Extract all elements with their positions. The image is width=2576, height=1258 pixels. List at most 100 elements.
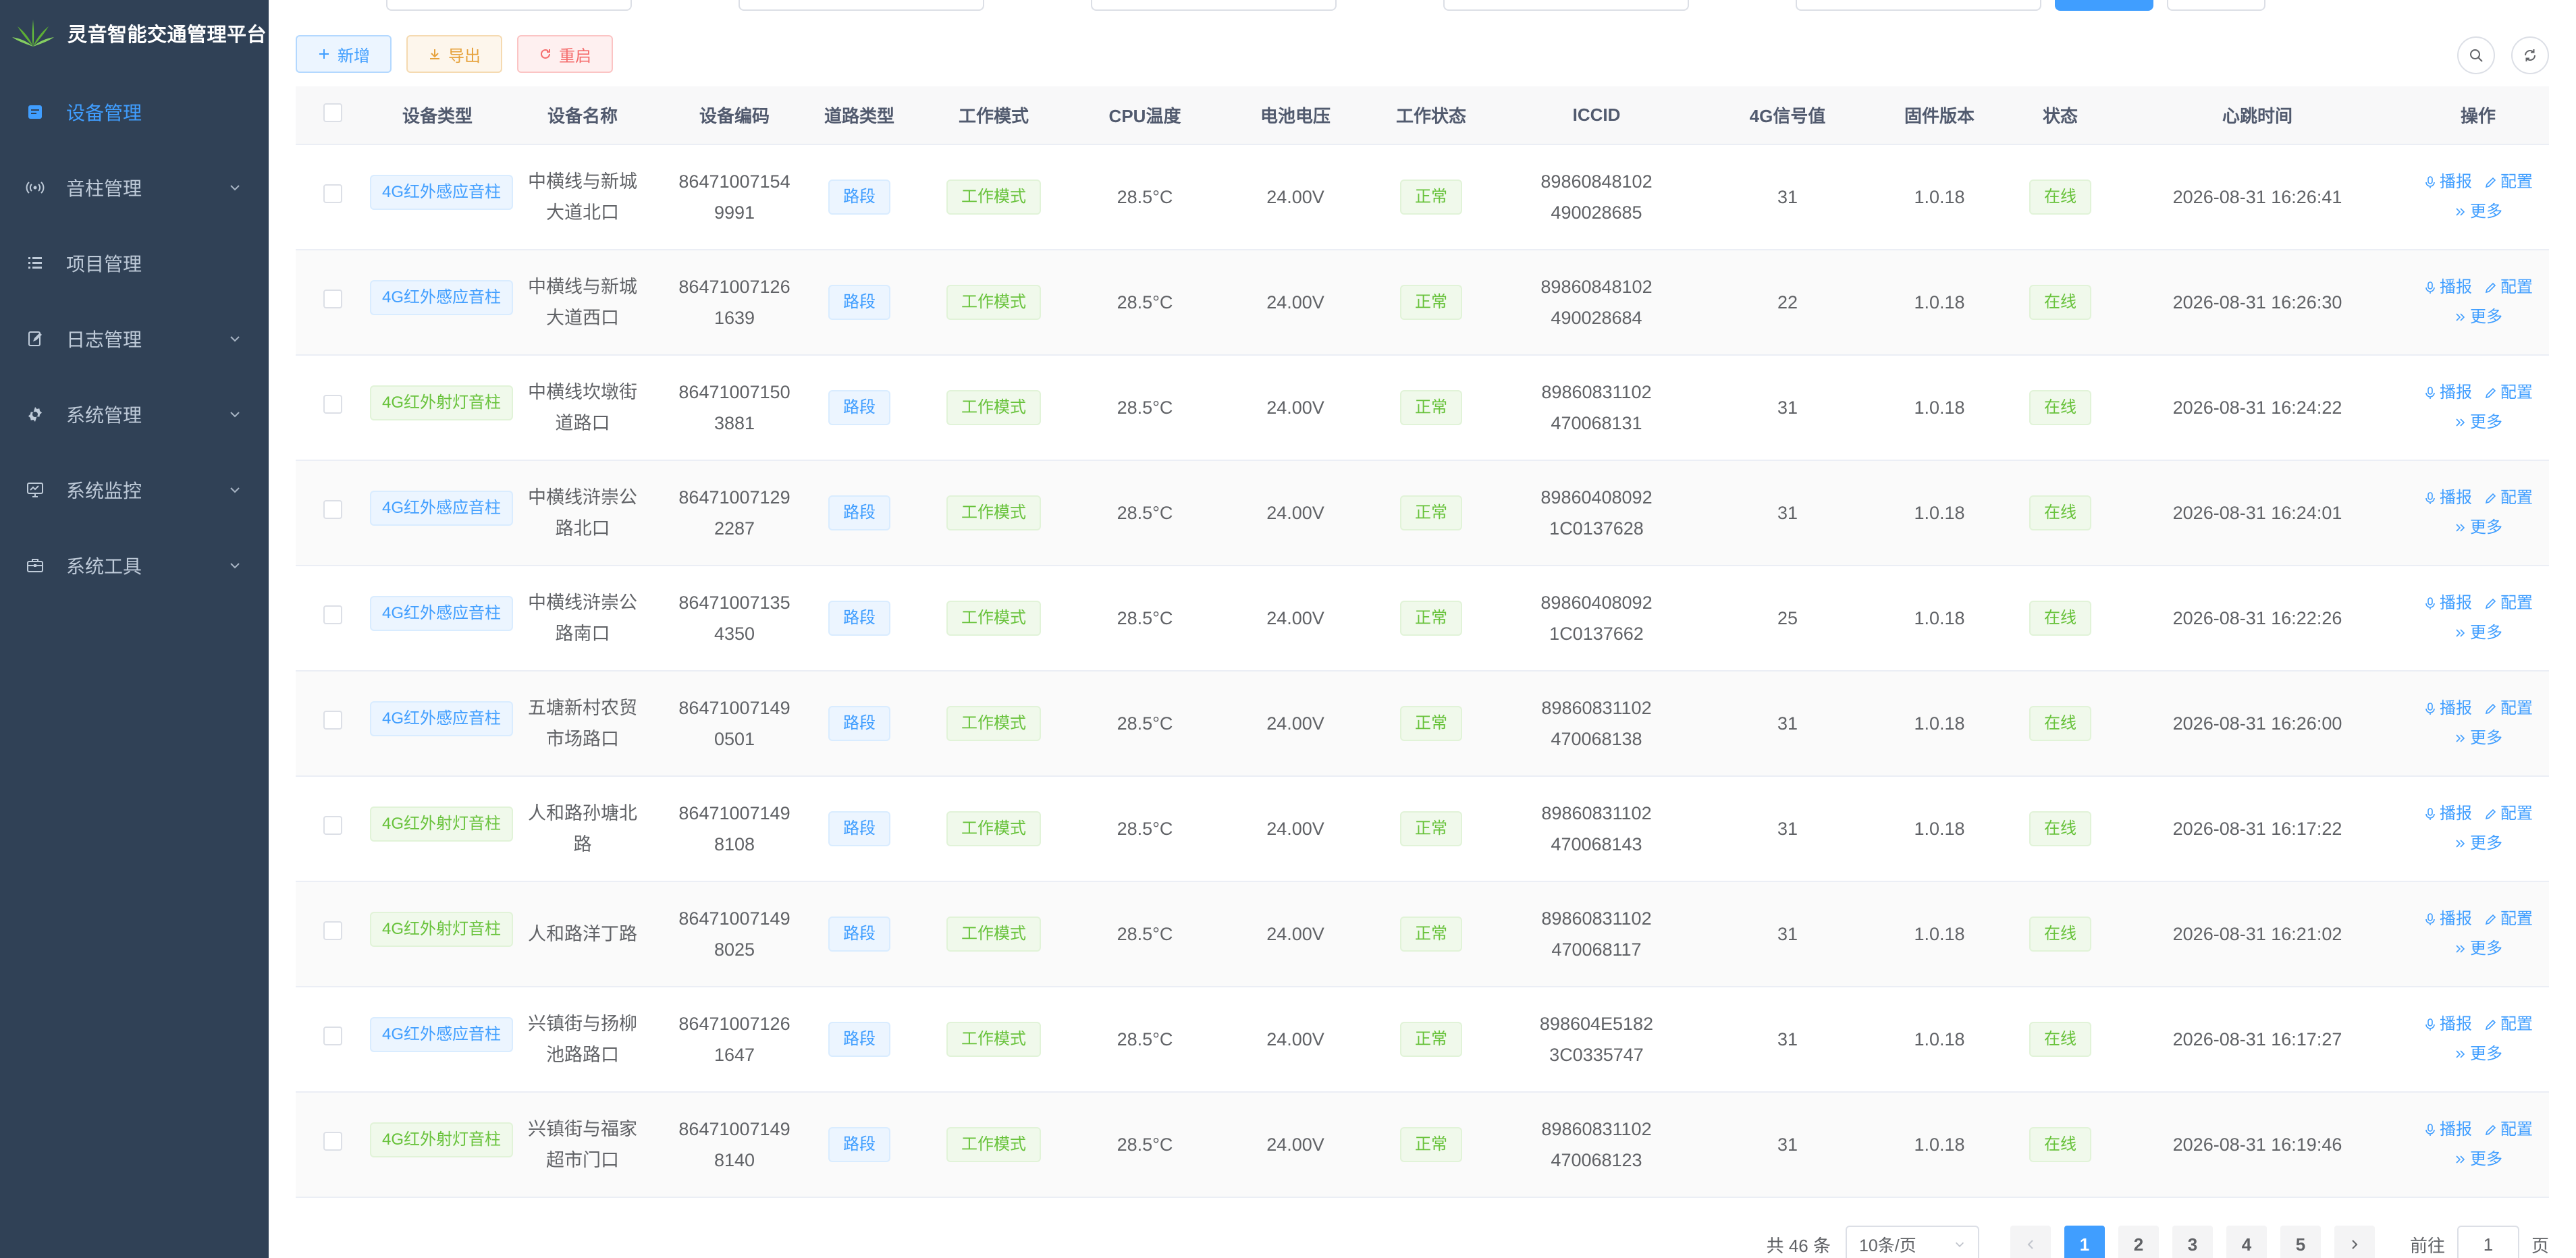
brand[interactable]: 灵音智能交通管理平台 (0, 0, 269, 66)
table-row[interactable]: 4G红外射灯音柱 人和路洋丁路 86471007149 8025 路段 工作模式 28.5°… (296, 881, 2549, 987)
page-button-3[interactable]: 3 (2172, 1226, 2213, 1258)
status-cell: 在线 (2013, 776, 2108, 882)
broadcast-button[interactable]: 播报 (2423, 697, 2472, 720)
config-button[interactable]: 配置 (2484, 171, 2533, 194)
broadcast-button[interactable]: 播报 (2423, 381, 2472, 404)
row-checkbox[interactable] (323, 605, 342, 624)
row-checkbox[interactable] (323, 184, 342, 203)
row-checkbox[interactable] (323, 290, 342, 308)
config-button[interactable]: 配置 (2484, 592, 2533, 615)
page-button-5[interactable]: 5 (2280, 1226, 2321, 1258)
actions-cell: 播报 配置更多 (2407, 671, 2549, 777)
more-button[interactable]: 更多 (2454, 516, 2502, 539)
work-status-tag: 正常 (1400, 917, 1462, 952)
broadcast-button[interactable]: 播报 (2423, 276, 2472, 299)
search-input-4[interactable] (1443, 0, 1689, 11)
next-page-button[interactable] (2334, 1226, 2375, 1258)
config-label: 配置 (2500, 910, 2533, 928)
config-button[interactable]: 配置 (2484, 908, 2533, 931)
config-button[interactable]: 配置 (2484, 487, 2533, 510)
row-checkbox[interactable] (323, 816, 342, 835)
road-type-tag: 路段 (828, 1127, 890, 1162)
table-row[interactable]: 4G红外感应音柱 中横线浒崇公 路北口 86471007129 2287 路段 工作模式 28… (296, 460, 2549, 566)
toggle-search-button[interactable] (2457, 36, 2495, 74)
more-button[interactable]: 更多 (2454, 306, 2502, 329)
more-button[interactable]: 更多 (2454, 411, 2502, 434)
config-button[interactable]: 配置 (2484, 276, 2533, 299)
config-button[interactable]: 配置 (2484, 697, 2533, 720)
row-checkbox[interactable] (323, 921, 342, 940)
reboot-button[interactable]: 重启 (517, 35, 613, 73)
signal-cell: 22 (1709, 250, 1866, 356)
row-checkbox[interactable] (323, 1027, 342, 1045)
search-input-5[interactable] (1796, 0, 2041, 11)
more-button[interactable]: 更多 (2454, 1148, 2502, 1171)
page-button-2[interactable]: 2 (2118, 1226, 2159, 1258)
broadcast-button[interactable]: 播报 (2423, 487, 2472, 510)
sidebar-item-6[interactable]: 系统工具 (0, 528, 269, 603)
app-title: 灵音智能交通管理平台 (68, 24, 267, 46)
road-type-tag: 路段 (828, 811, 890, 846)
broadcast-button[interactable]: 播报 (2423, 908, 2472, 931)
chevron-down-icon (230, 563, 240, 569)
config-button[interactable]: 配置 (2484, 802, 2533, 825)
sidebar-item-3[interactable]: 日志管理 (0, 301, 269, 377)
jump-page-input[interactable] (2457, 1226, 2519, 1258)
reset-button[interactable] (2167, 0, 2265, 11)
device-code-cell: 86471007149 8025 (660, 881, 809, 987)
more-button[interactable]: 更多 (2454, 727, 2502, 750)
sidebar-item-4[interactable]: 系统管理 (0, 377, 269, 452)
table-row[interactable]: 4G红外感应音柱 中横线与新城 大道北口 86471007154 9991 路段 工作模式 2… (296, 144, 2549, 250)
config-label: 配置 (2500, 699, 2533, 717)
page-size-select[interactable]: 10条/页 (1845, 1226, 1979, 1258)
more-button[interactable]: 更多 (2454, 1043, 2502, 1066)
sidebar-item-1[interactable]: 音柱管理 (0, 150, 269, 225)
firmware-cell: 1.0.18 (1866, 250, 2013, 356)
more-button[interactable]: 更多 (2454, 937, 2502, 960)
search-input-2[interactable] (739, 0, 984, 11)
config-button[interactable]: 配置 (2484, 1118, 2533, 1141)
header-select-all[interactable] (296, 86, 370, 145)
add-button[interactable]: 新增 (296, 35, 392, 73)
select-all-checkbox[interactable] (323, 103, 342, 122)
row-checkbox[interactable] (323, 395, 342, 414)
config-button[interactable]: 配置 (2484, 1013, 2533, 1036)
search-button[interactable] (2055, 0, 2153, 11)
broadcast-button[interactable]: 播报 (2423, 802, 2472, 825)
work-status-cell: 正常 (1378, 881, 1484, 987)
broadcast-button[interactable]: 播报 (2423, 1118, 2472, 1141)
table-row[interactable]: 4G红外射灯音柱 中横线坎墩街 道路口 86471007150 3881 路段 工作模式 28… (296, 355, 2549, 461)
export-button[interactable]: 导出 (406, 35, 502, 73)
firmware-cell: 1.0.18 (1866, 1092, 2013, 1198)
page-button-1[interactable]: 1 (2064, 1226, 2105, 1258)
search-input-3[interactable] (1091, 0, 1337, 11)
row-checkbox[interactable] (323, 711, 342, 730)
sidebar-item-0[interactable]: 设备管理 (0, 74, 269, 150)
table-row[interactable]: 4G红外射灯音柱 人和路孙塘北路 86471007149 8108 路段 工作模式 28.5… (296, 776, 2549, 882)
list-icon (24, 252, 46, 274)
more-button[interactable]: 更多 (2454, 200, 2502, 223)
more-button[interactable]: 更多 (2454, 832, 2502, 855)
broadcast-button[interactable]: 播报 (2423, 1013, 2472, 1036)
heartbeat-cell: 2026-08-31 16:21:02 (2108, 881, 2407, 987)
config-button[interactable]: 配置 (2484, 381, 2533, 404)
refresh-table-button[interactable] (2511, 36, 2549, 74)
table-row[interactable]: 4G红外射灯音柱 兴镇街与福家 超市门口 86471007149 8140 路段 工作模式 2… (296, 1092, 2549, 1198)
more-button[interactable]: 更多 (2454, 622, 2502, 645)
table-row[interactable]: 4G红外感应音柱 五塘新村农贸 市场路口 86471007149 0501 路段 工作模式 2… (296, 671, 2549, 777)
row-checkbox[interactable] (323, 1132, 342, 1151)
sidebar-item-2[interactable]: 项目管理 (0, 225, 269, 301)
search-input-1[interactable] (386, 0, 632, 11)
broadcast-button[interactable]: 播报 (2423, 171, 2472, 194)
prev-page-button[interactable] (2010, 1226, 2051, 1258)
broadcast-label: 播报 (2440, 489, 2472, 507)
table-row[interactable]: 4G红外感应音柱 兴镇街与扬柳 池路路口 86471007126 1647 路段 工作模式 2… (296, 987, 2549, 1093)
broadcast-button[interactable]: 播报 (2423, 592, 2472, 615)
table-row[interactable]: 4G红外感应音柱 中横线与新城 大道西口 86471007126 1639 路段 工作模式 2… (296, 250, 2549, 356)
row-checkbox[interactable] (323, 500, 342, 519)
page-button-4[interactable]: 4 (2226, 1226, 2267, 1258)
sidebar-item-5[interactable]: 系统监控 (0, 452, 269, 528)
actions-cell: 播报 配置更多 (2407, 144, 2549, 250)
table-row[interactable]: 4G红外感应音柱 中横线浒崇公 路南口 86471007135 4350 路段 工作模式 28… (296, 566, 2549, 672)
signal-cell: 31 (1709, 671, 1866, 777)
